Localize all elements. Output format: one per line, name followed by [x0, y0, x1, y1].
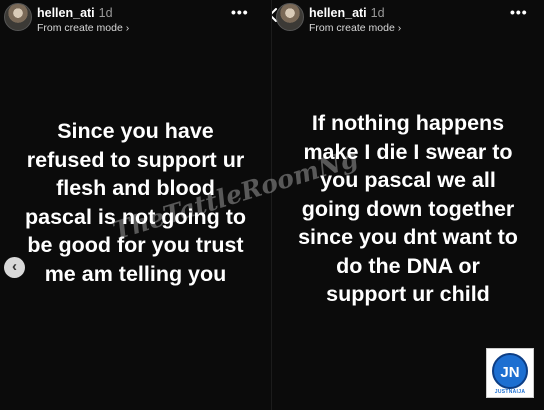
create-mode-link[interactable]: From create mode › — [309, 22, 401, 34]
avatar[interactable] — [276, 3, 304, 31]
logo-mark: JN — [492, 353, 528, 389]
user-line: hellen_ati 1d — [309, 6, 385, 20]
username[interactable]: hellen_ati — [309, 6, 367, 20]
story-text: If nothing happens make I die I swear to… — [298, 111, 518, 306]
previous-story-button[interactable]: ‹ — [4, 257, 25, 278]
justnaija-logo: JN JUSTNAIJA — [486, 348, 534, 398]
avatar[interactable] — [4, 3, 32, 31]
post-time: 1d — [370, 6, 385, 20]
story-text: Since you have refused to support ur fle… — [25, 119, 246, 286]
story-header: hellen_ati 1d From create mode › ••• — [4, 3, 267, 35]
more-options-icon[interactable]: ••• — [510, 5, 527, 20]
story-panel-right: hellen_ati 1d From create mode › ••• If n… — [272, 0, 544, 410]
logo-caption: JUSTNAIJA — [494, 389, 526, 395]
story-header: hellen_ati 1d From create mode › ••• — [272, 3, 540, 35]
user-line: hellen_ati 1d — [37, 6, 113, 20]
more-options-icon[interactable]: ••• — [231, 5, 248, 20]
story-panel-left: hellen_ati 1d From create mode › ••• Sinc… — [0, 0, 272, 410]
post-time: 1d — [98, 6, 113, 20]
username[interactable]: hellen_ati — [37, 6, 95, 20]
create-mode-link[interactable]: From create mode › — [37, 22, 129, 34]
